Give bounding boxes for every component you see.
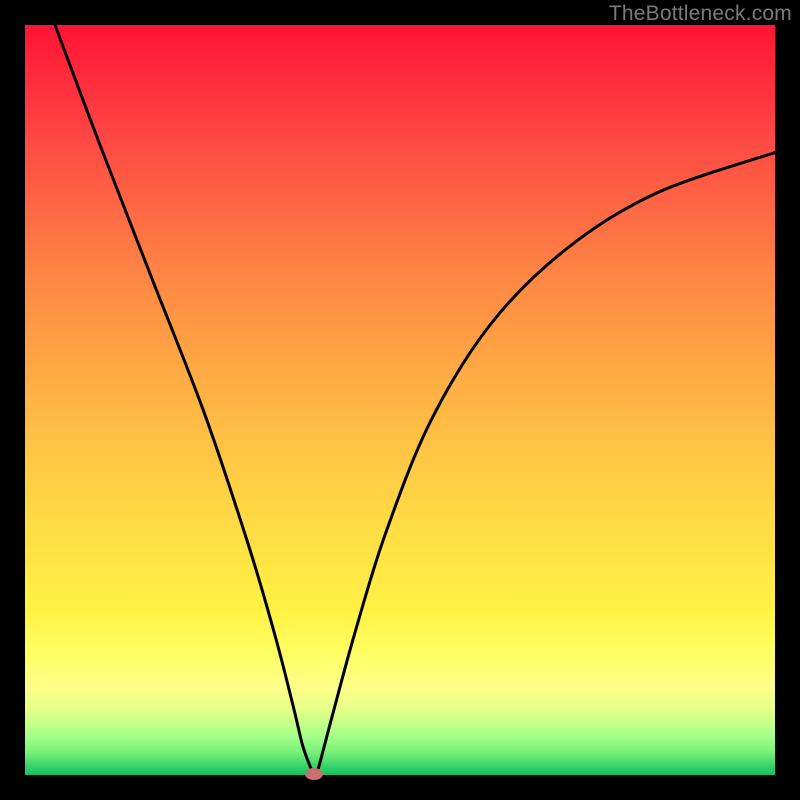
plot-area [25, 25, 775, 775]
image-frame: TheBottleneck.com [0, 0, 800, 800]
minimum-marker [305, 768, 323, 780]
curve-layer [25, 25, 775, 775]
bottleneck-curve [55, 25, 775, 774]
watermark-text: TheBottleneck.com [609, 2, 792, 26]
